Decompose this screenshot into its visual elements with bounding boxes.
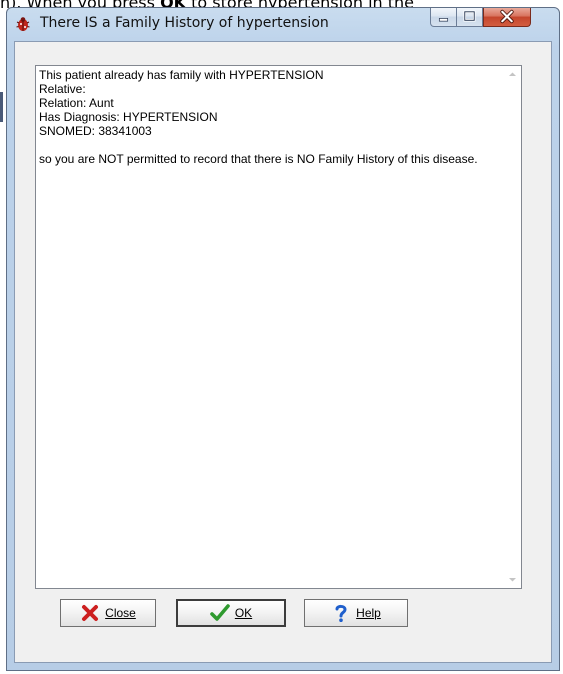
title-close-button[interactable]: [483, 8, 531, 27]
blue-question-icon: [335, 604, 347, 622]
background-window-edge: [0, 92, 3, 122]
ok-button-content: OK: [178, 601, 284, 625]
message-line-5: SNOMED: 38341003: [39, 124, 152, 138]
help-button-label: Help: [356, 606, 381, 620]
scroll-down-button[interactable]: [504, 571, 521, 588]
dialog-window: There IS a Family History of hypertensio…: [6, 7, 560, 671]
title-bar[interactable]: There IS a Family History of hypertensio…: [7, 8, 559, 41]
help-button-content: Help: [305, 600, 407, 626]
close-icon: [500, 9, 514, 24]
close-button[interactable]: Close: [60, 599, 156, 627]
screenshot: n). When you press OK to store hypertens…: [0, 0, 563, 674]
red-x-icon: [82, 605, 99, 621]
message-memo[interactable]: This patient already has family with HYP…: [35, 65, 522, 589]
message-line-4: Has Diagnosis: HYPERTENSION: [39, 110, 218, 124]
minimize-icon: [438, 18, 449, 22]
message-line-7: so you are NOT permitted to record that …: [39, 152, 478, 166]
close-button-label: Close: [105, 606, 136, 620]
maximize-icon: [463, 10, 476, 22]
help-button[interactable]: Help: [304, 599, 408, 627]
message-text: This patient already has family with HYP…: [39, 68, 479, 166]
message-line-6: [39, 138, 479, 152]
message-line-1: This patient already has family with HYP…: [39, 68, 324, 82]
window-title: There IS a Family History of hypertensio…: [40, 15, 329, 31]
ok-button[interactable]: OK: [176, 599, 286, 627]
maximize-button[interactable]: [457, 8, 483, 27]
app-bug-icon: [16, 17, 30, 31]
dialog-client-area: This patient already has family with HYP…: [14, 41, 552, 663]
scroll-down-arrow-icon: [509, 578, 516, 582]
vertical-scrollbar[interactable]: [504, 66, 521, 588]
green-check-icon: [210, 604, 230, 621]
close-button-content: Close: [61, 600, 155, 626]
minimize-button[interactable]: [430, 8, 457, 27]
scroll-up-arrow-icon: [509, 72, 516, 76]
message-line-3: Relation: Aunt: [39, 96, 114, 110]
ok-button-label: OK: [234, 606, 253, 620]
message-line-2: Relative:: [39, 82, 86, 96]
scroll-up-button[interactable]: [504, 66, 521, 83]
caption-buttons: [430, 8, 554, 28]
